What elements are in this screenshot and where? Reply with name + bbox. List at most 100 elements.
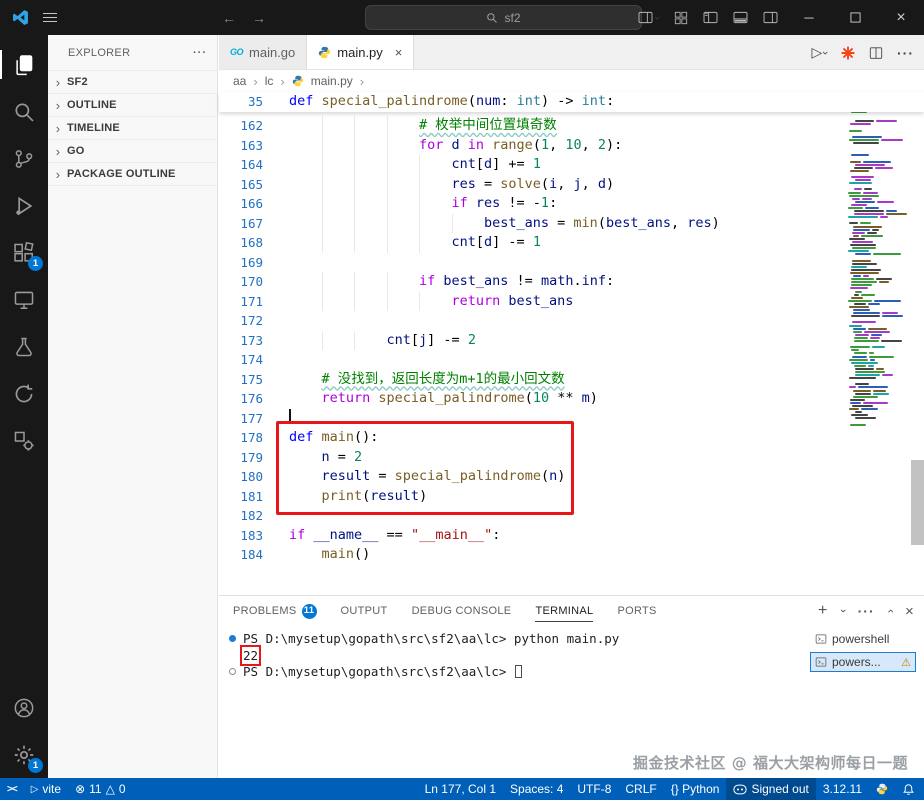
breadcrumb-item[interactable]: aa (233, 74, 246, 88)
line-number[interactable]: 183 (219, 526, 263, 546)
maximize-panel-icon[interactable]: › (883, 609, 897, 613)
editor-scrollbar[interactable] (911, 460, 924, 545)
sidebar-more-icon[interactable]: ··· (193, 47, 207, 59)
source-control-icon[interactable] (0, 135, 48, 182)
code-line[interactable]: 168 cnt[d] -= 1 (219, 233, 924, 253)
remote-explorer-icon[interactable] (0, 276, 48, 323)
toggle-panel-icon[interactable] (733, 11, 748, 24)
sidebar-section-outline[interactable]: › OUTLINE (48, 93, 217, 116)
code-line[interactable]: 169 (219, 253, 924, 273)
terminal-line[interactable]: PS D:\mysetup\gopath\src\sf2\aa\lc> (229, 664, 804, 681)
python-version-item[interactable]: 3.12.11 (816, 778, 869, 800)
language-item[interactable]: {} Python (664, 778, 727, 800)
encoding-item[interactable]: UTF-8 (570, 778, 618, 800)
code-line[interactable]: 165 res = solve(i, j, d) (219, 175, 924, 195)
code-line[interactable]: 170 if best_ans != math.inf: (219, 272, 924, 292)
search-icon[interactable] (0, 88, 48, 135)
breadcrumb[interactable]: aa › lc › main.py › (219, 70, 924, 92)
line-number[interactable]: 167 (219, 214, 263, 234)
line-number[interactable]: 168 (219, 233, 263, 253)
close-button[interactable]: × (878, 0, 924, 35)
editor-more-icon[interactable]: ··· (897, 45, 914, 61)
minimize-button[interactable]: ─ (786, 0, 832, 35)
toggle-sidebar-icon[interactable] (703, 11, 718, 24)
tab-output[interactable]: OUTPUT (341, 596, 388, 626)
editor-tab-main-py[interactable]: main.py × (307, 35, 415, 69)
line-number[interactable]: 171 (219, 292, 263, 312)
remote-indicator[interactable]: >< (0, 778, 24, 800)
tab-terminal[interactable]: TERMINAL (535, 596, 594, 626)
toggle-secondary-sidebar-icon[interactable] (763, 11, 778, 24)
code-line[interactable]: 184 main() (219, 545, 924, 565)
code-line[interactable]: 174 (219, 350, 924, 370)
code-line[interactable]: 171 return best_ans (219, 292, 924, 312)
code-line[interactable]: 166 if res != -1: (219, 194, 924, 214)
sidebar-section-package-outline[interactable]: › PACKAGE OUTLINE (48, 162, 217, 186)
line-number[interactable]: 162 (219, 116, 263, 136)
terminal-instance-item[interactable]: powers... ⚠ (810, 652, 916, 672)
command-center-search[interactable]: sf2 (365, 5, 642, 30)
line-number[interactable]: 182 (219, 506, 263, 526)
eol-item[interactable]: CRLF (618, 778, 663, 800)
close-tab-icon[interactable]: × (395, 45, 403, 60)
terminal-line[interactable]: 22 (229, 644, 804, 666)
tab-ports[interactable]: PORTS (617, 596, 656, 626)
account-icon[interactable] (0, 684, 48, 731)
explorer-icon[interactable] (0, 41, 48, 88)
testing-icon[interactable] (0, 323, 48, 370)
line-number[interactable]: 166 (219, 194, 263, 214)
line-number[interactable]: 165 (219, 175, 263, 195)
sidebar-section-sf2[interactable]: › SF2 (48, 70, 217, 93)
line-number[interactable]: 174 (219, 350, 263, 370)
line-number[interactable]: 35 (219, 92, 263, 112)
problems-status-item[interactable]: ⊗ 11 △ 0 (68, 778, 132, 800)
code-line[interactable]: 172 (219, 311, 924, 331)
code-line[interactable]: 183 if __name__ == "__main__": (219, 526, 924, 546)
code-line[interactable]: 35 def special_palindrome(num: int) -> in… (219, 92, 924, 112)
terminal-instance-item[interactable]: powershell (810, 629, 916, 649)
tools-icon[interactable] (0, 417, 48, 464)
line-number[interactable]: 178 (219, 428, 263, 448)
notifications-bell-icon[interactable] (895, 778, 924, 800)
terminal-dropdown-icon[interactable]: › (837, 609, 849, 613)
extension-action-icon[interactable] (841, 45, 855, 60)
breadcrumb-item[interactable]: main.py (311, 74, 353, 88)
vite-status-item[interactable]: ▷ vite (24, 778, 68, 800)
extensions-icon[interactable]: 1 (0, 229, 48, 276)
sidebar-section-timeline[interactable]: › TIMELINE (48, 116, 217, 139)
layout-menu-icon[interactable]: › (638, 11, 663, 24)
line-number[interactable]: 181 (219, 487, 263, 507)
split-editor-icon[interactable] (869, 46, 883, 60)
new-terminal-icon[interactable]: + (818, 602, 828, 620)
line-number[interactable]: 163 (219, 136, 263, 156)
line-number[interactable]: 177 (219, 409, 263, 429)
run-debug-icon[interactable] (0, 182, 48, 229)
grid-layout-icon[interactable] (674, 11, 688, 25)
editor-tab-main-go[interactable]: GO main.go (219, 35, 308, 69)
indentation-item[interactable]: Spaces: 4 (503, 778, 570, 800)
sync-icon[interactable] (0, 370, 48, 417)
cursor-position-item[interactable]: Ln 177, Col 1 (418, 778, 503, 800)
code-line[interactable]: 167 best_ans = min(best_ans, res) (219, 214, 924, 234)
minimap[interactable] (848, 92, 910, 464)
line-number[interactable]: 170 (219, 272, 263, 292)
tab-problems[interactable]: PROBLEMS 11 (233, 596, 317, 626)
terminal-line[interactable]: PS D:\mysetup\gopath\src\sf2\aa\lc> pyth… (229, 630, 804, 647)
line-number[interactable]: 175 (219, 370, 263, 390)
sticky-scroll-line[interactable]: 35 def special_palindrome(num: int) -> in… (219, 92, 924, 112)
code-line[interactable]: 173 cnt[j] -= 2 (219, 331, 924, 351)
signed-out-item[interactable]: Signed out (726, 778, 816, 800)
line-number[interactable]: 173 (219, 331, 263, 351)
line-number[interactable]: 179 (219, 448, 263, 468)
line-number[interactable]: 180 (219, 467, 263, 487)
line-number[interactable]: 184 (219, 545, 263, 565)
close-panel-icon[interactable]: × (905, 603, 914, 620)
code-line[interactable]: 162 # 枚举中间位置填奇数 (219, 116, 924, 136)
panel-more-icon[interactable]: ··· (858, 603, 875, 619)
run-python-button[interactable]: ▷ › (812, 44, 832, 61)
tab-debug-console[interactable]: DEBUG CONSOLE (412, 596, 512, 626)
code-line[interactable]: 175 # 没找到，返回长度为m+1的最小回文数 (219, 370, 924, 390)
back-icon[interactable]: ← (222, 10, 236, 26)
python-logo-icon[interactable] (869, 778, 895, 800)
line-number[interactable]: 172 (219, 311, 263, 331)
